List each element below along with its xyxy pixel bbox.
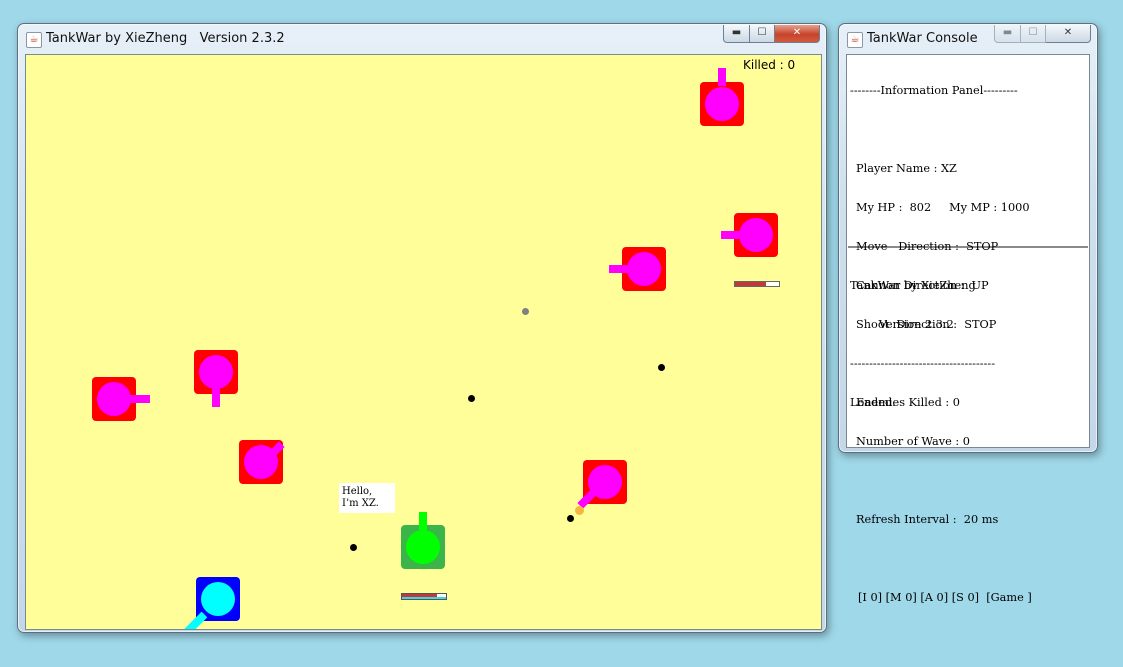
bullet: [468, 395, 475, 402]
log-line: Version 2.3.2: [850, 318, 954, 331]
enemy-barrel: [721, 231, 741, 239]
enemy-health-bar: [734, 281, 780, 287]
log-separator: --------------------------------------: [850, 357, 996, 370]
minimize-icon[interactable]: ▬: [994, 25, 1021, 43]
console-window-title: TankWar Console: [867, 31, 978, 46]
maximize-icon[interactable]: ☐: [1021, 25, 1046, 43]
bullet: [567, 515, 574, 522]
player-speech-bubble: Hello, I’m XZ.: [339, 483, 395, 513]
log-line: Loaded.: [850, 396, 896, 409]
console-title-bar[interactable]: ☕ TankWar Console ▬ ☐ ✕: [839, 24, 1097, 52]
information-panel: --------Information Panel--------- Playe…: [848, 56, 1088, 604]
player-tank: [401, 525, 445, 569]
key-status-line: [I 0] [M 0] [A 0] [S 0] [Game ]: [858, 591, 1032, 604]
game-title-bar[interactable]: ☕ TankWar by XieZheng Version 2.3.2 ▬ ☐ …: [18, 24, 826, 52]
player-health-bar: [401, 593, 447, 600]
console-log[interactable]: TankWar by XieZheng Version 2.3.2 ------…: [848, 253, 1088, 446]
game-window-title: TankWar by XieZheng Version 2.3.2: [46, 31, 285, 46]
battlefield-canvas[interactable]: Killed : 0 Hello, I’m XZ.: [25, 54, 822, 630]
shell-explosion: [575, 506, 584, 515]
player-mana-fill: [402, 597, 446, 599]
console-body: --------Information Panel--------- Playe…: [846, 54, 1090, 604]
enemy-barrel: [130, 395, 150, 403]
close-icon[interactable]: ✕: [1046, 25, 1091, 43]
console-window: ☕ TankWar Console ▬ ☐ ✕ --------Informat…: [838, 23, 1098, 604]
ally-turret: [201, 582, 235, 616]
info-header: --------Information Panel---------: [850, 84, 1018, 97]
enemy-health-fill: [735, 282, 766, 286]
hp-mp-line: My HP : 802 My MP : 1000: [856, 201, 1030, 214]
close-icon[interactable]: ✕: [775, 25, 820, 43]
enemy-turret: [199, 355, 233, 389]
bullet: [522, 308, 529, 315]
player-turret: [406, 530, 440, 564]
enemy-turret: [97, 382, 131, 416]
refresh-interval-line: Refresh Interval : 20 ms: [856, 513, 999, 526]
game-window: ☕ TankWar by XieZheng Version 2.3.2 ▬ ☐ …: [17, 23, 827, 633]
minimize-icon[interactable]: ▬: [723, 25, 750, 43]
maximize-icon[interactable]: ☐: [750, 25, 775, 43]
bullet: [350, 544, 357, 551]
java-cup-icon: ☕: [847, 32, 863, 48]
move-direction-line: Move Direction : STOP: [856, 240, 999, 253]
killed-counter: Killed : 0: [743, 58, 796, 72]
enemy-tank: [700, 82, 744, 126]
enemy-barrel: [212, 387, 220, 407]
java-cup-icon: ☕: [26, 32, 42, 48]
enemy-turret: [627, 252, 661, 286]
enemy-turret: [739, 218, 773, 252]
player-name-line: Player Name : XZ: [856, 162, 957, 175]
log-line: TankWar by XieZheng: [850, 279, 976, 292]
enemy-turret: [705, 87, 739, 121]
enemy-barrel: [718, 68, 726, 86]
player-barrel: [419, 512, 427, 530]
enemy-barrel: [609, 265, 629, 273]
bullet: [658, 364, 665, 371]
